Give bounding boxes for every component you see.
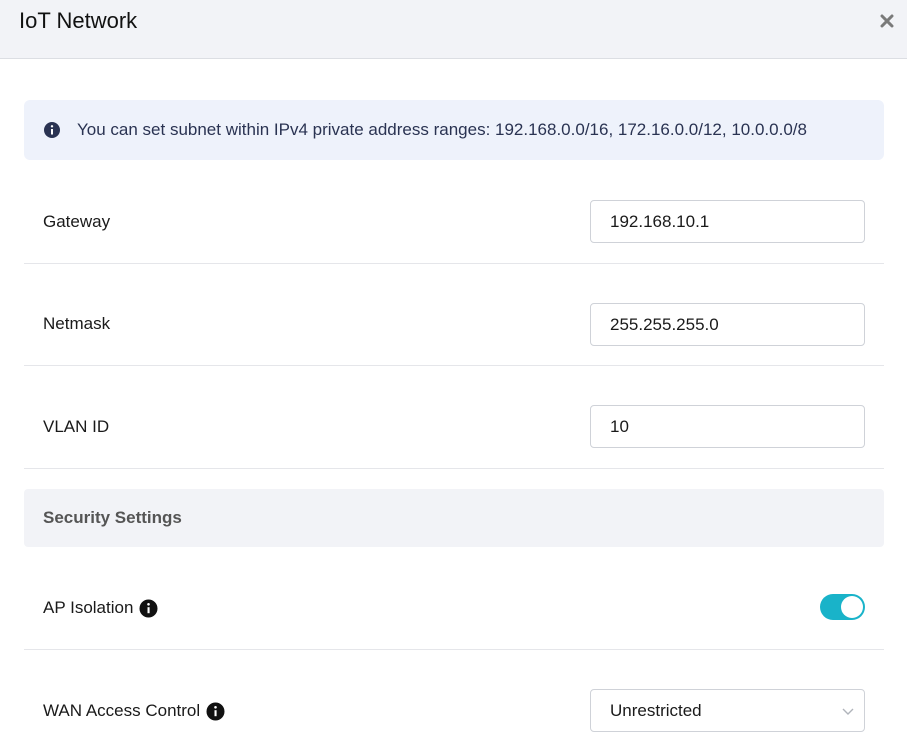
toggle-knob (841, 596, 863, 618)
gateway-row: Gateway (24, 180, 884, 264)
netmask-label: Netmask (43, 314, 111, 333)
chevron-down-icon (840, 703, 856, 719)
ap-isolation-row: AP Isolation (24, 547, 884, 650)
info-banner: You can set subnet within IPv4 private a… (24, 100, 884, 160)
vlan-row: VLAN ID (24, 366, 884, 469)
gateway-label: Gateway (43, 212, 111, 231)
netmask-row: Netmask (24, 264, 884, 366)
close-button[interactable] (877, 11, 897, 31)
info-text: You can set subnet within IPv4 private a… (77, 120, 807, 139)
vlan-label: VLAN ID (43, 417, 110, 436)
info-icon (43, 121, 61, 139)
wan-access-row: WAN Access Control Unrestricted (24, 650, 884, 750)
wan-access-label-group: WAN Access Control (43, 701, 225, 721)
gateway-input[interactable] (590, 200, 865, 243)
security-section-header: Security Settings (24, 489, 884, 547)
ap-isolation-label: AP Isolation (43, 598, 134, 617)
ap-isolation-label-group: AP Isolation (43, 598, 158, 618)
ap-isolation-toggle[interactable] (820, 594, 865, 620)
dialog-header: IoT Network (0, 0, 907, 59)
dialog-title: IoT Network (19, 8, 138, 33)
wan-access-label: WAN Access Control (43, 701, 201, 720)
wan-access-value: Unrestricted (610, 700, 702, 720)
wan-access-select[interactable]: Unrestricted (590, 689, 865, 732)
vlan-input[interactable] (590, 405, 865, 448)
info-icon[interactable] (139, 599, 158, 618)
netmask-input[interactable] (590, 303, 865, 346)
info-icon[interactable] (206, 702, 225, 721)
close-icon (880, 14, 894, 28)
security-title: Security Settings (43, 508, 182, 527)
